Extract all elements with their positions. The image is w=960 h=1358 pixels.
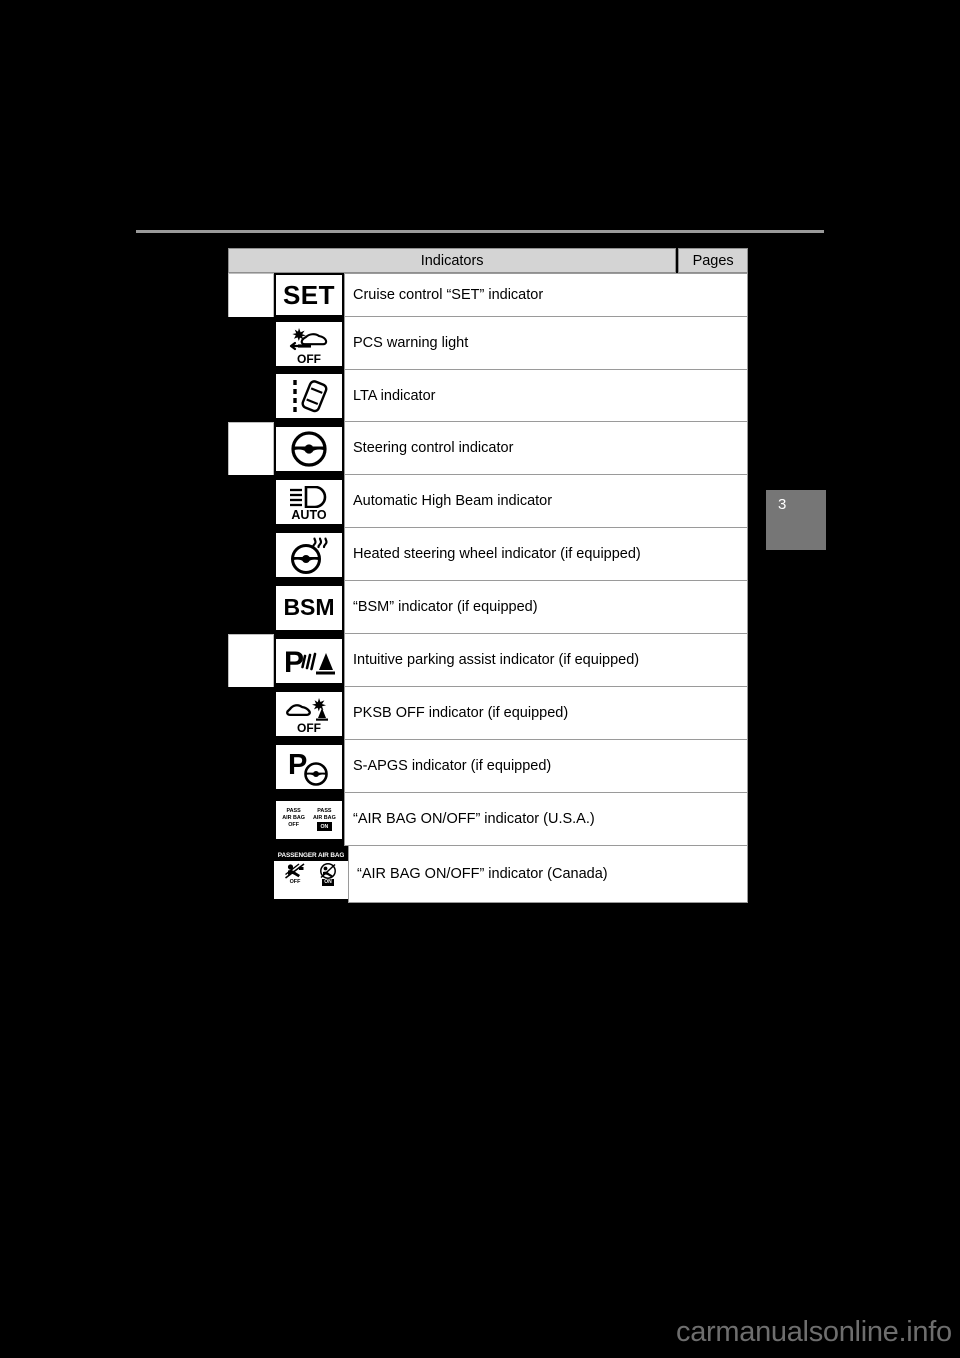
pksb-off-icon: OFF — [276, 691, 342, 736]
s-apgs-icon: P — [276, 744, 342, 789]
row-description: “AIR BAG ON/OFF” indicator (Canada) — [348, 846, 748, 903]
pcs-off-label: OFF — [297, 351, 321, 366]
pksb-glyph — [286, 697, 328, 721]
left-marker-block — [228, 740, 274, 793]
left-marker-block — [228, 687, 274, 740]
page-number: 3 — [778, 496, 787, 513]
row-description: Automatic High Beam indicator — [344, 475, 748, 528]
set-icon-label: SET — [282, 280, 336, 310]
site-watermark: carmanualsonline.info — [676, 1316, 952, 1348]
bsm-blind-spot-monitor-icon: BSM — [276, 585, 342, 630]
airbag-canada-off-label: OFF — [289, 879, 301, 885]
pcs-warning-off-icon: OFF — [276, 321, 342, 366]
left-marker-block — [228, 273, 274, 319]
row-description: LTA indicator — [344, 370, 748, 422]
icon-cell: PASS AIR BAG OFF PASS AIR BAG ON — [274, 793, 344, 846]
intuitive-parking-assist-icon: P — [276, 638, 342, 683]
auto-label: AUTO — [291, 507, 327, 522]
svg-text:P: P — [284, 646, 304, 677]
airbag-usa-right-line2: AIR BAG — [313, 814, 336, 821]
airbag-usa-on-group: PASS AIR BAG ON — [313, 808, 336, 831]
airbag-canada-on-badge: ON — [322, 878, 334, 886]
parking-assist-glyph: P — [284, 646, 335, 677]
icon-cell — [274, 528, 344, 581]
icon-cell: P — [274, 740, 344, 793]
cruise-control-set-icon: SET — [276, 275, 342, 315]
row-description: Intuitive parking assist indicator (if e… — [344, 634, 748, 687]
row-description: Heated steering wheel indicator (if equi… — [344, 528, 748, 581]
airbag-usa-off-group: PASS AIR BAG OFF — [282, 808, 305, 828]
lta-lane-glyph — [293, 380, 328, 413]
high-beam-glyph — [290, 485, 327, 508]
table-row: Steering control indicator — [228, 422, 748, 477]
airbag-usa-left-line2: AIR BAG — [282, 814, 305, 821]
left-marker-block — [228, 846, 274, 903]
table-row: OFF PCS warning light — [228, 317, 748, 370]
left-marker-block — [228, 475, 274, 528]
icon-cell: P — [274, 634, 344, 687]
table-row: Heated steering wheel indicator (if equi… — [228, 528, 748, 581]
icon-cell: PASSENGER AIR BAG OFF ON — [274, 846, 348, 903]
heated-wheel-glyph — [291, 537, 328, 574]
left-marker-block — [228, 317, 274, 370]
s-apgs-glyph: P — [288, 749, 328, 786]
row-description: “BSM” indicator (if equipped) — [344, 581, 748, 634]
row-description: Cruise control “SET” indicator — [344, 273, 748, 317]
air-bag-on-off-usa-icon: PASS AIR BAG OFF PASS AIR BAG ON — [276, 800, 342, 839]
row-description: PCS warning light — [344, 317, 748, 370]
icon-cell: AUTO — [274, 475, 344, 528]
heated-steering-wheel-icon — [276, 532, 342, 577]
steering-wheel-glyph — [291, 430, 327, 467]
airbag-canada-title: PASSENGER AIR BAG — [274, 850, 348, 861]
icon-cell: OFF — [274, 687, 344, 740]
icon-cell — [274, 422, 344, 475]
airbag-usa-right-line1: PASS — [317, 808, 332, 814]
table-row: PASSENGER AIR BAG OFF ON “AIR BAG ON/OFF… — [228, 846, 748, 903]
row-description: Steering control indicator — [344, 422, 748, 475]
top-horizontal-rule — [136, 230, 824, 233]
airbag-usa-left-line3: OFF — [288, 821, 299, 828]
left-marker-block — [228, 634, 274, 689]
left-marker-block — [228, 528, 274, 581]
icon-cell: SET — [274, 273, 344, 317]
pcs-collision-glyph — [289, 327, 328, 350]
page-number-tab: 3 — [766, 490, 826, 550]
lta-lane-tracing-icon — [276, 374, 342, 418]
left-marker-block — [228, 422, 274, 477]
table-row: PASS AIR BAG OFF PASS AIR BAG ON “AIR BA… — [228, 793, 748, 846]
pksb-off-label: OFF — [297, 720, 321, 735]
row-description: S-APGS indicator (if equipped) — [344, 740, 748, 793]
air-bag-on-off-canada-icon: PASSENGER AIR BAG OFF ON — [274, 850, 348, 899]
icon-cell: OFF — [274, 317, 344, 370]
column-header-pages: Pages — [678, 248, 748, 273]
table-row: P Intuitive parking assist indicator (if… — [228, 634, 748, 689]
icon-cell: BSM — [274, 581, 344, 634]
table-row: BSM “BSM” indicator (if equipped) — [228, 581, 748, 634]
left-marker-block — [228, 370, 274, 422]
table-row: AUTO Automatic High Beam indicator — [228, 475, 748, 528]
table-row: SET Cruise control “SET” indicator — [228, 273, 748, 319]
airbag-usa-left-line1: PASS — [286, 808, 301, 814]
airbag-canada-off-group: OFF — [285, 863, 305, 885]
indicators-table: Indicators Pages SET Cruise control “SET… — [228, 248, 748, 903]
table-row: OFF PKSB OFF indicator (if equipped) — [228, 687, 748, 740]
airbag-on-child-glyph — [320, 862, 336, 879]
airbag-canada-on-group: ON — [319, 862, 337, 886]
table-row: P S-APGS indicator (if equipped) — [228, 740, 748, 793]
steering-wheel-icon — [276, 426, 342, 471]
column-header-indicators: Indicators — [228, 248, 677, 273]
row-description: “AIR BAG ON/OFF” indicator (U.S.A.) — [344, 793, 748, 846]
airbag-usa-on-badge: ON — [316, 822, 332, 831]
bsm-label: BSM — [283, 594, 335, 620]
left-marker-block — [228, 793, 274, 846]
table-row: LTA indicator — [228, 370, 748, 422]
airbag-off-child-glyph — [285, 863, 305, 879]
automatic-high-beam-icon: AUTO — [276, 479, 342, 524]
icon-cell — [274, 370, 344, 422]
table-header-row: Indicators Pages — [228, 248, 748, 273]
left-marker-block — [228, 581, 274, 634]
row-description: PKSB OFF indicator (if equipped) — [344, 687, 748, 740]
